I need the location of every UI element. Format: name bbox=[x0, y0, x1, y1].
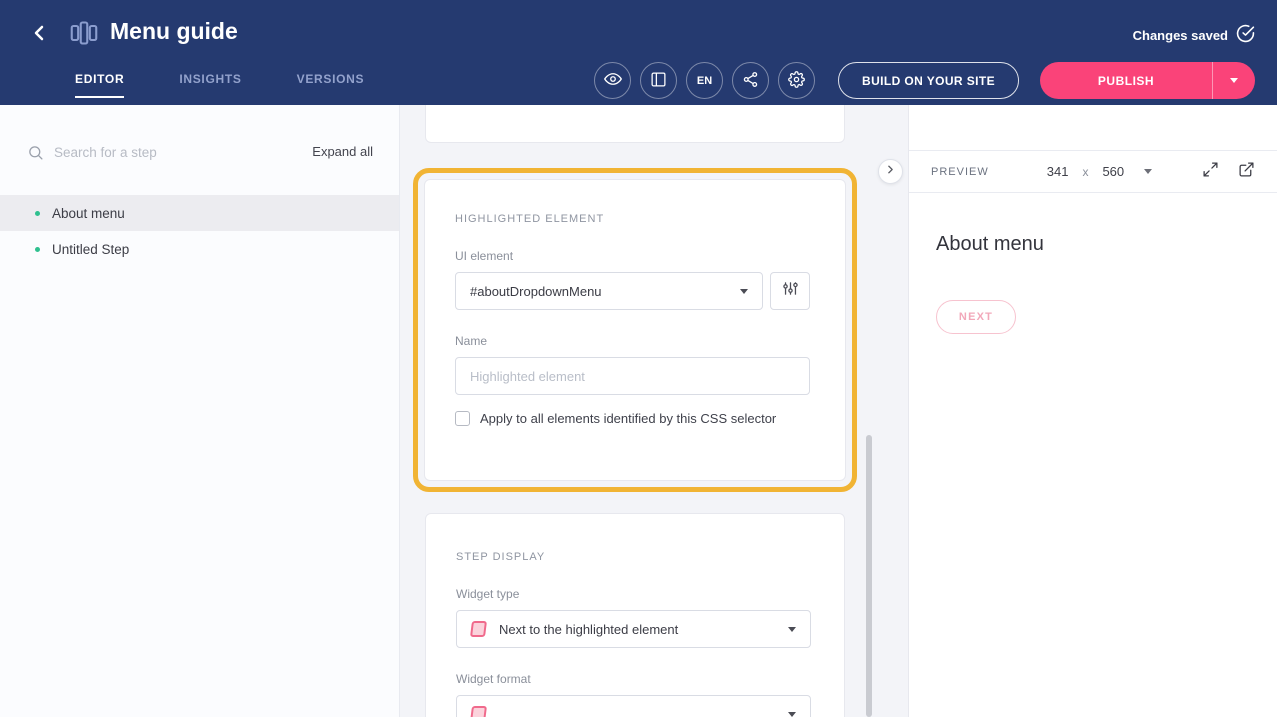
tab-editor[interactable]: EDITOR bbox=[75, 72, 124, 98]
step-item-about-menu[interactable]: About menu bbox=[0, 195, 399, 231]
apply-to-all-row: Apply to all elements identified by this… bbox=[455, 411, 815, 426]
language-button[interactable]: EN bbox=[686, 62, 723, 99]
changes-saved-label: Changes saved bbox=[1133, 28, 1228, 43]
maximize-icon bbox=[1202, 161, 1219, 178]
ui-element-select-value: #aboutDropdownMenu bbox=[470, 284, 602, 299]
app-root: Menu guide Changes saved EDITOR INSIGHTS… bbox=[0, 0, 1277, 717]
publish-button-label[interactable]: PUBLISH bbox=[1040, 62, 1212, 99]
external-link-icon bbox=[1238, 161, 1255, 178]
publish-dropdown-button[interactable] bbox=[1212, 62, 1255, 99]
chevron-down-icon bbox=[740, 289, 748, 294]
ui-element-row: #aboutDropdownMenu bbox=[455, 272, 815, 310]
chevron-left-icon bbox=[27, 21, 51, 50]
chevron-down-icon bbox=[788, 712, 796, 717]
widget-type-label: Widget type bbox=[456, 587, 814, 601]
open-in-new-tab-button[interactable] bbox=[1238, 161, 1255, 183]
share-icon bbox=[742, 71, 759, 91]
check-circle-icon bbox=[1236, 24, 1255, 46]
widget-format-icon bbox=[470, 706, 487, 717]
highlighted-element-selection-ring: HIGHLIGHTED ELEMENT UI element #aboutDro… bbox=[413, 168, 857, 492]
chevron-down-icon bbox=[788, 627, 796, 632]
step-list: About menu Untitled Step bbox=[0, 195, 399, 267]
eye-icon bbox=[604, 70, 622, 91]
step-item-label: Untitled Step bbox=[52, 242, 129, 257]
page-title: Menu guide bbox=[110, 18, 238, 45]
chevron-down-icon bbox=[1230, 78, 1238, 83]
name-label: Name bbox=[455, 334, 815, 348]
chevron-right-icon bbox=[884, 163, 897, 181]
publish-button[interactable]: PUBLISH bbox=[1040, 62, 1255, 99]
widget-format-label: Widget format bbox=[456, 672, 814, 686]
expand-all-link[interactable]: Expand all bbox=[312, 144, 373, 159]
step-item-untitled-step[interactable]: Untitled Step bbox=[0, 231, 399, 267]
preview-step-title: About menu bbox=[936, 233, 1250, 256]
preview-eye-button[interactable] bbox=[594, 62, 631, 99]
sliders-icon bbox=[782, 280, 799, 302]
settings-button[interactable] bbox=[778, 62, 815, 99]
top-header: Menu guide Changes saved EDITOR INSIGHTS… bbox=[0, 0, 1277, 105]
preview-canvas: About menu NEXT bbox=[909, 193, 1277, 374]
collapse-panel-button[interactable] bbox=[878, 159, 903, 184]
section-title-highlighted-element: HIGHLIGHTED ELEMENT bbox=[455, 213, 815, 225]
step-display-card: STEP DISPLAY Widget type Next to the hig… bbox=[425, 513, 845, 717]
content-scrollbar[interactable] bbox=[866, 435, 872, 717]
section-title-step-display: STEP DISPLAY bbox=[456, 551, 814, 563]
tab-versions[interactable]: VERSIONS bbox=[297, 72, 365, 98]
header-tabs: EDITOR INSIGHTS VERSIONS bbox=[75, 72, 364, 98]
preview-height-value: 560 bbox=[1102, 164, 1124, 179]
preview-size-separator: x bbox=[1082, 165, 1088, 179]
widget-format-select[interactable] bbox=[456, 695, 811, 717]
chevron-down-icon bbox=[1144, 169, 1152, 174]
preview-header: PREVIEW 341 x 560 bbox=[909, 150, 1277, 193]
preview-size-select[interactable]: 341 x 560 bbox=[1047, 164, 1152, 179]
layout-button[interactable] bbox=[640, 62, 677, 99]
widget-type-icon bbox=[470, 621, 487, 637]
fullscreen-button[interactable] bbox=[1202, 161, 1219, 183]
ui-element-select[interactable]: #aboutDropdownMenu bbox=[455, 272, 763, 310]
preview-panel: PREVIEW 341 x 560 About menu NEXT bbox=[908, 105, 1277, 717]
tab-insights[interactable]: INSIGHTS bbox=[179, 72, 241, 98]
apply-to-all-label: Apply to all elements identified by this… bbox=[480, 411, 776, 426]
preview-width-value: 341 bbox=[1047, 164, 1069, 179]
steps-sidebar: Expand all About menu Untitled Step bbox=[0, 105, 400, 717]
search-input[interactable] bbox=[52, 138, 267, 166]
highlighted-element-card: HIGHLIGHTED ELEMENT UI element #aboutDro… bbox=[424, 179, 846, 481]
preview-next-button[interactable]: NEXT bbox=[936, 300, 1016, 334]
step-status-dot bbox=[35, 247, 40, 252]
changes-saved-status: Changes saved bbox=[1133, 24, 1255, 46]
ui-element-label: UI element bbox=[455, 249, 815, 263]
step-status-dot bbox=[35, 211, 40, 216]
guide-type-icon bbox=[69, 19, 99, 52]
widget-type-value: Next to the highlighted element bbox=[499, 622, 775, 637]
preview-header-actions bbox=[1202, 161, 1255, 183]
share-button[interactable] bbox=[732, 62, 769, 99]
header-actions: EN BUILD ON YOUR SITE PUBLISH bbox=[594, 62, 1255, 99]
back-button[interactable] bbox=[24, 20, 54, 50]
widget-type-select[interactable]: Next to the highlighted element bbox=[456, 610, 811, 648]
layout-icon bbox=[650, 71, 667, 91]
build-on-your-site-button[interactable]: BUILD ON YOUR SITE bbox=[838, 62, 1019, 99]
step-item-label: About menu bbox=[52, 206, 125, 221]
preview-label: PREVIEW bbox=[931, 166, 989, 178]
gear-icon bbox=[788, 71, 805, 91]
element-picker-button[interactable] bbox=[770, 272, 810, 310]
search-icon bbox=[27, 144, 44, 166]
apply-to-all-checkbox[interactable] bbox=[455, 411, 470, 426]
highlighted-element-name-input[interactable] bbox=[455, 357, 810, 395]
